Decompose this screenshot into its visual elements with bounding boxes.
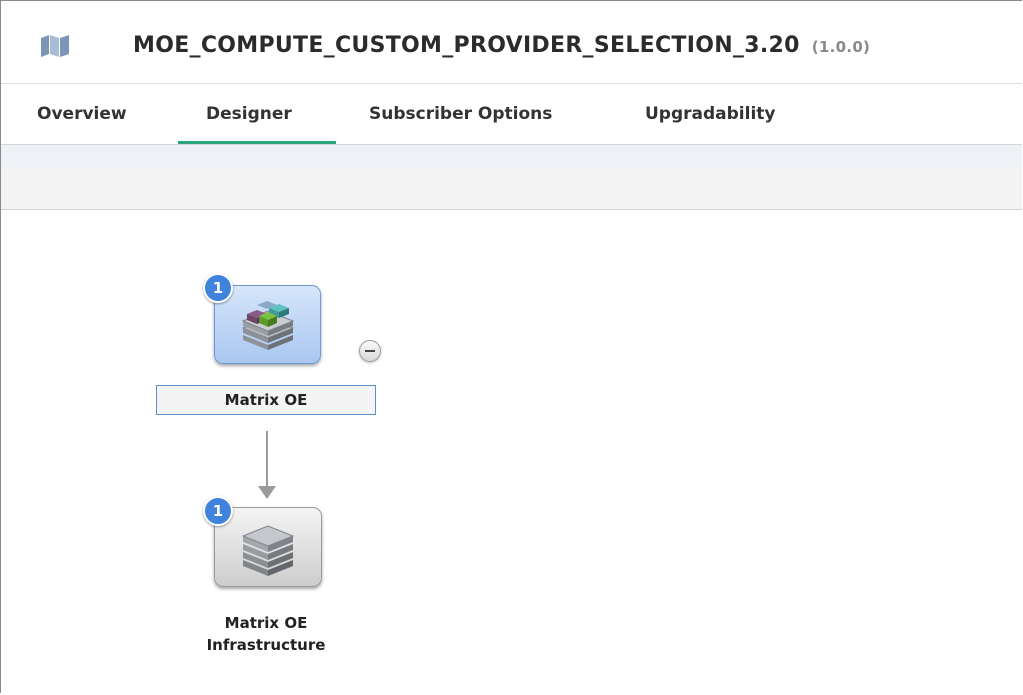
count-badge: 1 — [203, 273, 233, 303]
tab-upgradability[interactable]: Upgradability — [645, 104, 776, 124]
title-text: MOE_COMPUTE_CUSTOM_PROVIDER_SELECTION_3.… — [133, 33, 800, 58]
tab-subscriber-options[interactable]: Subscriber Options — [369, 104, 552, 124]
designer-canvas[interactable] — [1, 210, 1022, 695]
toolbar-strip — [1, 145, 1022, 167]
map-icon — [41, 35, 69, 57]
node-label-matrix-oe[interactable]: Matrix OE — [156, 385, 376, 415]
tab-bar: Overview Designer Subscriber Options Upg… — [1, 84, 1022, 146]
server-stack-icon — [241, 525, 295, 576]
stacked-cubes-icon — [241, 301, 295, 350]
tab-designer[interactable]: Designer — [206, 104, 292, 124]
page-title: MOE_COMPUTE_CUSTOM_PROVIDER_SELECTION_3.… — [133, 33, 870, 58]
count-badge: 1 — [203, 496, 233, 526]
node-label-matrix-oe-infrastructure[interactable]: Matrix OE Infrastructure — [171, 612, 361, 656]
version-label: (1.0.0) — [811, 38, 871, 56]
designer-toolbar — [1, 167, 1022, 210]
header: MOE_COMPUTE_CUSTOM_PROVIDER_SELECTION_3.… — [1, 1, 1022, 81]
app-frame: MOE_COMPUTE_CUSTOM_PROVIDER_SELECTION_3.… — [0, 0, 1022, 695]
collapse-button[interactable] — [359, 340, 381, 362]
tab-overview[interactable]: Overview — [37, 104, 127, 124]
down-arrow-connector — [258, 431, 276, 499]
